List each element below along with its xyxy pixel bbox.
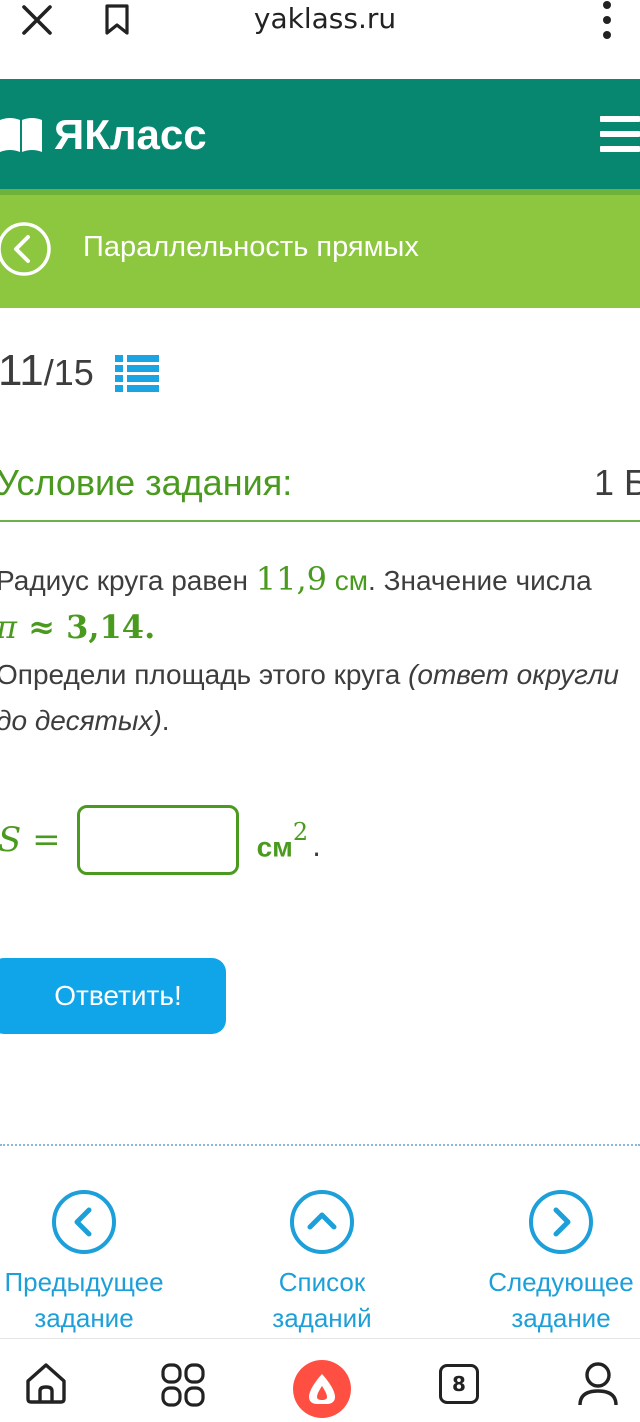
chevron-right-icon [527, 1188, 595, 1256]
topic-back-button[interactable] [0, 221, 52, 277]
answer-unit-power: 2 [292, 818, 309, 847]
bookmark-button[interactable] [82, 0, 152, 40]
answer-row: S = см2 . [0, 804, 321, 876]
condition-heading: Условие задания: [0, 462, 293, 503]
answer-label: S = [0, 820, 61, 860]
close-tab-button[interactable] [2, 0, 72, 40]
previous-task-label: Предыдущее задание [4, 1267, 164, 1333]
menu-button[interactable] [600, 114, 640, 154]
problem-text-1: Радиус круга равен [0, 565, 256, 596]
more-vertical-icon [603, 1, 611, 39]
alice-assistant-icon[interactable] [292, 1359, 352, 1419]
close-icon [22, 5, 52, 35]
problem-text: Радиус круга равен 11,9 см. Значение чис… [0, 556, 640, 744]
answer-unit-text: см [256, 831, 293, 863]
pi-symbol: π [0, 608, 17, 646]
browser-toolbar: yaklass.ru [0, 0, 640, 66]
address-bar[interactable]: yaklass.ru [180, 2, 470, 35]
list-icon [115, 355, 159, 392]
home-icon[interactable] [24, 1361, 68, 1405]
separator [0, 1144, 640, 1146]
bookmark-icon [105, 4, 129, 35]
problem-text-2: . Значение числа [368, 565, 592, 596]
task-points: 1 Б. [594, 462, 640, 503]
book-logo-icon [0, 118, 42, 152]
chevron-up-icon [288, 1188, 356, 1256]
topic-title: Параллельность прямых [83, 231, 419, 263]
radius-value: 11,9 [255, 560, 327, 598]
previous-task-button[interactable]: Предыдущее задание [0, 1188, 184, 1336]
hamburger-icon [600, 116, 640, 122]
chevron-left-circle-icon [0, 222, 51, 276]
problem-text-5: . [161, 705, 170, 736]
submit-answer-button[interactable]: Ответить! [0, 958, 226, 1034]
logo-text: ЯКласс [54, 111, 207, 158]
pi-value: 3,14. [66, 608, 156, 646]
topic-bar: Параллельность прямых [0, 189, 640, 308]
radius-unit: см [327, 565, 369, 596]
next-task-label: Следующее задание [488, 1267, 634, 1333]
answer-unit: см2 [256, 818, 309, 863]
task-total: /15 [43, 352, 94, 393]
answer-input[interactable] [76, 805, 239, 875]
profile-icon[interactable] [578, 1361, 618, 1407]
divider [0, 520, 640, 522]
task-list-nav-button[interactable]: Список заданий [222, 1188, 422, 1336]
apps-grid-icon[interactable] [161, 1363, 205, 1407]
tabs-count: 8 [452, 1372, 466, 1396]
task-list-button[interactable] [115, 354, 159, 394]
next-task-button[interactable]: Следующее задание [461, 1188, 640, 1336]
approx-sign: ≈ [17, 608, 67, 646]
chevron-left-icon [50, 1188, 118, 1256]
problem-text-3: Определи площадь этого круга [0, 659, 409, 690]
task-current: 11 [0, 346, 44, 395]
browser-menu-button[interactable] [572, 0, 640, 40]
task-counter: 11 /15 [0, 346, 94, 396]
site-logo[interactable]: ЯКласс [0, 105, 207, 165]
site-header: ЯКласс [0, 79, 640, 189]
browser-bottom-bar: 8 [0, 1338, 640, 1422]
task-list-label: Список заданий [272, 1267, 372, 1333]
answer-end: . [312, 829, 322, 863]
tabs-button[interactable]: 8 [439, 1364, 479, 1404]
